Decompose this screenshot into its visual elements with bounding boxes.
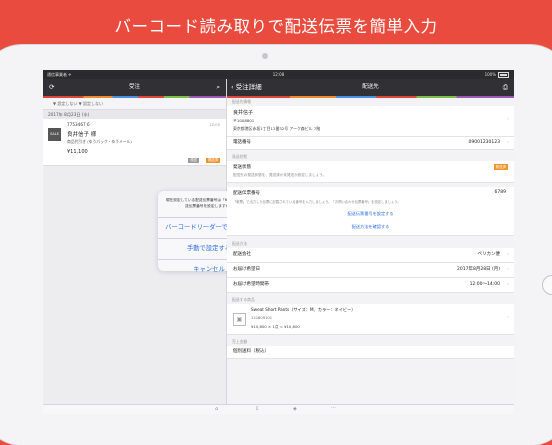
chevron-right-icon: › — [507, 282, 509, 287]
status-bar: 通信事業者 ✈ 12:08 100% — [43, 70, 514, 79]
chevron-right-icon: › — [507, 315, 509, 320]
promo-headline: バーコード読み取りで配送伝票を簡単入力 — [114, 17, 438, 36]
product-thumbnail: SALE — [48, 128, 61, 141]
download-icon[interactable]: ⇩ — [255, 406, 259, 412]
slip-label: 配送伝票番号 — [233, 191, 260, 196]
delivery-company-row[interactable]: 配送会社 ペリカン便 › — [227, 248, 514, 263]
slip-number-block: 配送伝票番号 6789 「帳票」で出力した伝票に記載されている番号を入力しましょ… — [227, 187, 514, 236]
phone-row[interactable]: 電話番号 09001230123 › — [227, 137, 514, 150]
shipping-fee-label: 個別送料（税込） — [233, 349, 269, 354]
chevron-right-icon: › — [507, 117, 509, 122]
delivery-time-row[interactable]: お届け希望時間帯 12:00〜14:00 › — [227, 278, 514, 293]
date-header: 2017年 8月23日 (水) — [43, 110, 226, 119]
status-badge-shipped: 発送済 — [205, 158, 220, 163]
detail-title: 配送先 — [362, 84, 379, 90]
delivery-date-row[interactable]: お届け希望日 2017年8月28日 (月) › — [227, 263, 514, 278]
payment-method: 商品代引き (ゆうパック・ゆうメール) — [67, 139, 132, 144]
sales-section-header: 売上金額 — [232, 339, 248, 344]
delivery-time-value: 12:00〜14:00 — [469, 282, 500, 287]
phone-value: 09001230123 — [468, 140, 501, 145]
battery-indicator: 100% — [485, 70, 509, 79]
status-note: 配送先の発送状態を、発送済か未発送か設定しましょう。 — [233, 173, 327, 177]
check-delivery-link[interactable]: 配送方法を確認する — [227, 224, 514, 230]
tab-bar: ⌂ ⇩ ◈ ⋯ — [43, 404, 514, 414]
slip-note: 「帳票」で出力した伝票に記載されている番号を入力しましょう。「お問い合わせ伝票番… — [233, 200, 401, 204]
orders-navbar: ⟳ 受注 ⌕ — [43, 79, 226, 96]
shipping-fee-row[interactable]: 個別送料（税込） — [227, 346, 514, 359]
filter-bar[interactable]: ▼ 設定しない ▼ 設定しない — [43, 98, 226, 110]
postal-code: 〒1008801 — [233, 118, 255, 123]
battery-percent: 100% — [484, 72, 496, 77]
chevron-right-icon: › — [507, 267, 509, 272]
detail-navbar: ‹ 受注詳細 配送先 ⎙ — [227, 79, 514, 96]
printer-icon[interactable]: ⎙ — [503, 79, 508, 96]
battery-icon — [498, 72, 509, 78]
chevron-right-icon: › — [507, 140, 509, 145]
status-section-header: 発送状態 — [232, 154, 248, 159]
shipping-detail-pane: ‹ 受注詳細 配送先 ⎙ 配送先情報 良井信子 〒1008801 東京都港区赤坂… — [227, 79, 514, 414]
order-row[interactable]: SALE 7753467 6 12:05 良井信子 様 商品代引き (ゆうパック… — [43, 119, 226, 166]
order-id: 7753467 6 — [67, 122, 90, 127]
orders-title: 受注 — [128, 84, 140, 90]
delivery-time-label: お届け希望時間帯 — [233, 282, 269, 287]
product-name: Sweat Short Pants（サイズ：M、カラー：ネイビー） — [251, 307, 356, 312]
delivery-company-label: 配送会社 — [233, 252, 251, 257]
status-badge-gray: 発送 — [188, 158, 199, 163]
app-screen: 通信事業者 ✈ 12:08 100% ⟳ 受注 ⌕ ▼ 設定しない ▼ 設定しな… — [43, 70, 514, 414]
camera-icon — [262, 53, 268, 59]
delivery-company-value: ペリカン便 — [477, 252, 501, 257]
order-price: ¥11,100 — [67, 149, 88, 155]
delivery-date-value: 2017年8月28日 (月) — [457, 267, 500, 272]
search-icon[interactable]: ⌕ — [216, 79, 220, 96]
delivery-date-label: お届け希望日 — [233, 267, 260, 272]
recipient-name: 良井信子 — [233, 110, 254, 116]
status-badge: 発送済 — [493, 164, 508, 170]
product-row[interactable]: ▣ Sweat Short Pants（サイズ：M、カラー：ネイビー） 1218… — [227, 304, 514, 335]
product-image-icon: ▣ — [233, 313, 246, 326]
items-section-header: 配送する商品 — [232, 297, 255, 302]
tag-icon[interactable]: ◈ — [293, 406, 297, 412]
product-code: 121809101 — [251, 316, 273, 320]
address-line: 東京都港区赤坂1丁目12番32号 アーク森ビル 7階 — [233, 126, 321, 131]
delivery-section-header: 配送方法 — [232, 241, 248, 246]
clock: 12:08 — [272, 72, 285, 77]
product-calc: ¥10,800 × 1点 = ¥10,800 — [251, 324, 300, 329]
address-block[interactable]: 良井信子 〒1008801 東京都港区赤坂1丁目12番32号 アーク森ビル 7階… — [227, 106, 514, 137]
customer-name: 良井信子 様 — [67, 132, 97, 138]
slip-value: 6789 — [494, 190, 506, 195]
order-time: 12:05 — [209, 122, 220, 127]
set-slip-link[interactable]: 配送伝票番号を設定する — [227, 211, 514, 217]
home-icon[interactable]: ⌂ — [215, 406, 218, 412]
status-label: 発送状態 — [233, 165, 251, 170]
chevron-right-icon: › — [507, 252, 509, 257]
phone-label: 電話番号 — [233, 140, 251, 145]
address-section-header: 配送先情報 — [232, 99, 251, 104]
status-row[interactable]: 発送状態 発送済 配送先の発送状態を、発送済か未発送か設定しましょう。 — [227, 161, 514, 183]
home-button — [542, 275, 552, 295]
more-icon[interactable]: ⋯ — [331, 405, 336, 411]
